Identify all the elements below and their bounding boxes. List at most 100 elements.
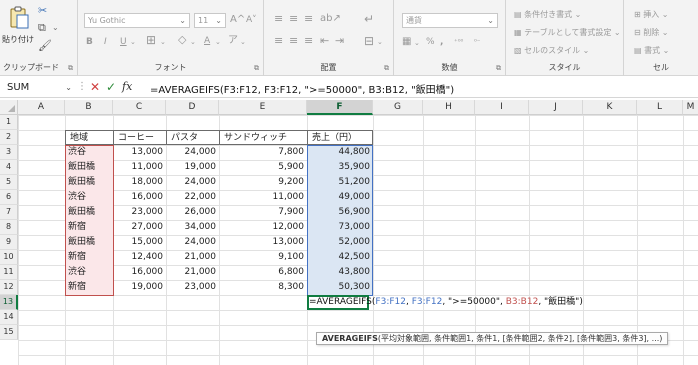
column-header-f[interactable]: F bbox=[307, 100, 373, 115]
sandwich-cell[interactable]: 12,000 bbox=[219, 220, 307, 235]
pasta-cell[interactable]: 24,000 bbox=[166, 145, 219, 160]
header-cell-region[interactable]: 地域 bbox=[65, 130, 114, 145]
sales-cell[interactable]: 73,000 bbox=[307, 220, 373, 235]
sandwich-cell[interactable]: 13,000 bbox=[219, 235, 307, 250]
italic-button[interactable]: I bbox=[104, 36, 107, 48]
sales-cell[interactable]: 35,900 bbox=[307, 160, 373, 175]
merge-dropdown-icon[interactable]: ⌄ bbox=[377, 36, 383, 48]
comma-style-icon[interactable]: , bbox=[440, 36, 443, 48]
cut-icon[interactable]: ✂ bbox=[38, 5, 47, 17]
function-argument-tooltip[interactable]: AVERAGEIFS(平均対象範囲, 条件範囲1, 条件1, [条件範囲2, 条… bbox=[316, 332, 669, 345]
pasta-cell[interactable]: 19,000 bbox=[166, 160, 219, 175]
chevron-down-icon[interactable]: ⌄ bbox=[65, 80, 72, 95]
row-header-8[interactable]: 8 bbox=[0, 220, 18, 235]
format-button[interactable]: ▤ 書式 ⌄ bbox=[634, 45, 669, 57]
orientation-icon[interactable]: ab↗ bbox=[320, 13, 341, 25]
font-launcher-icon[interactable]: ⧉ bbox=[254, 64, 259, 73]
sandwich-cell[interactable]: 9,100 bbox=[219, 250, 307, 265]
insert-function-icon[interactable]: fx bbox=[122, 80, 132, 93]
row-header-15[interactable]: 15 bbox=[0, 325, 18, 340]
sales-cell[interactable]: 43,800 bbox=[307, 265, 373, 280]
sales-cell[interactable]: 51,200 bbox=[307, 175, 373, 190]
coffee-cell[interactable]: 16,000 bbox=[113, 265, 166, 280]
tooltip-function-name[interactable]: AVERAGEIFS bbox=[322, 334, 378, 343]
bold-button[interactable]: B bbox=[86, 36, 93, 48]
column-header-c[interactable]: C bbox=[113, 100, 166, 115]
align-center-icon[interactable]: ≡ bbox=[289, 35, 298, 47]
paste-label[interactable]: 貼り付け bbox=[2, 34, 34, 46]
font-size-dropdown[interactable]: 11 ⌄ bbox=[194, 13, 226, 28]
number-format-dropdown[interactable]: 通貨 ⌄ bbox=[402, 13, 498, 28]
align-middle-icon[interactable]: ≡ bbox=[289, 13, 298, 25]
column-header-m[interactable]: M bbox=[683, 100, 698, 115]
grow-font-button[interactable]: A^ bbox=[230, 14, 245, 26]
cancel-icon[interactable]: ✕ bbox=[90, 80, 100, 94]
alignment-launcher-icon[interactable]: ⧉ bbox=[384, 64, 389, 73]
coffee-cell[interactable]: 13,000 bbox=[113, 145, 166, 160]
column-header-i[interactable]: I bbox=[475, 100, 529, 115]
underline-button[interactable]: U bbox=[120, 36, 127, 48]
sales-cell[interactable]: 44,800 bbox=[307, 145, 373, 160]
coffee-cell[interactable]: 16,000 bbox=[113, 190, 166, 205]
row-header-14[interactable]: 14 bbox=[0, 310, 18, 325]
percent-icon[interactable]: % bbox=[426, 36, 435, 48]
sales-cell[interactable]: 50,300 bbox=[307, 280, 373, 295]
row-header-3[interactable]: 3 bbox=[0, 145, 18, 160]
column-header-g[interactable]: G bbox=[373, 100, 423, 115]
row-header-1[interactable]: 1 bbox=[0, 115, 18, 130]
select-all-corner[interactable] bbox=[0, 100, 18, 115]
region-cell[interactable]: 飯田橋 bbox=[65, 175, 113, 190]
row-header-4[interactable]: 4 bbox=[0, 160, 18, 175]
name-box[interactable]: SUM ⌄ bbox=[4, 80, 74, 96]
format-as-table-button[interactable]: ▦ テーブルとして書式設定 ⌄ bbox=[514, 27, 621, 39]
pasta-cell[interactable]: 21,000 bbox=[166, 265, 219, 280]
pasta-cell[interactable]: 34,000 bbox=[166, 220, 219, 235]
header-cell-pasta[interactable]: パスタ bbox=[166, 130, 220, 145]
sandwich-cell[interactable]: 6,800 bbox=[219, 265, 307, 280]
wrap-text-icon[interactable]: ↵ bbox=[364, 13, 374, 25]
formula-input[interactable]: =AVERAGEIFS(F3:F12, F3:F12, ">=50000", B… bbox=[150, 81, 454, 96]
sales-cell[interactable]: 42,500 bbox=[307, 250, 373, 265]
fill-color-icon[interactable]: ◇ bbox=[178, 34, 186, 46]
shrink-font-button[interactable]: A˅ bbox=[246, 14, 257, 26]
paste-icon[interactable] bbox=[8, 6, 30, 34]
coffee-cell[interactable]: 27,000 bbox=[113, 220, 166, 235]
enter-check-icon[interactable]: ✓ bbox=[106, 80, 116, 94]
pasta-cell[interactable]: 22,000 bbox=[166, 190, 219, 205]
column-header-b[interactable]: B bbox=[65, 100, 113, 115]
in-cell-formula-editor[interactable]: =AVERAGEIFS(F3:F12, F3:F12, ">=50000", B… bbox=[309, 295, 583, 310]
column-header-j[interactable]: J bbox=[529, 100, 583, 115]
sandwich-cell[interactable]: 11,000 bbox=[219, 190, 307, 205]
align-top-icon[interactable]: ≡ bbox=[274, 13, 283, 25]
pasta-cell[interactable]: 24,000 bbox=[166, 175, 219, 190]
delete-button[interactable]: ⊟ 削除 ⌄ bbox=[634, 27, 669, 39]
pasta-cell[interactable]: 23,000 bbox=[166, 280, 219, 295]
row-header-6[interactable]: 6 bbox=[0, 190, 18, 205]
accounting-format-icon[interactable]: ▦ bbox=[402, 36, 411, 48]
row-header-7[interactable]: 7 bbox=[0, 205, 18, 220]
copy-dropdown-icon[interactable]: ⌄ bbox=[52, 22, 59, 34]
region-cell[interactable]: 飯田橋 bbox=[65, 205, 113, 220]
align-right-icon[interactable]: ≡ bbox=[304, 35, 313, 47]
row-header-12[interactable]: 12 bbox=[0, 280, 18, 295]
format-painter-icon[interactable]: 🖌 bbox=[38, 40, 52, 52]
border-icon[interactable]: ⊞ bbox=[146, 34, 156, 46]
region-cell[interactable]: 渋谷 bbox=[65, 265, 113, 280]
region-cell[interactable]: 飯田橋 bbox=[65, 235, 113, 250]
cell-styles-button[interactable]: ▧ セルのスタイル ⌄ bbox=[514, 45, 589, 57]
column-header-k[interactable]: K bbox=[583, 100, 637, 115]
font-color-icon[interactable]: A bbox=[204, 35, 210, 47]
coffee-cell[interactable]: 18,000 bbox=[113, 175, 166, 190]
sales-cell[interactable]: 52,000 bbox=[307, 235, 373, 250]
region-cell[interactable]: 渋谷 bbox=[65, 145, 113, 160]
header-cell-sales[interactable]: 売上（円） bbox=[307, 130, 373, 145]
insert-button[interactable]: ⊞ 挿入 ⌄ bbox=[634, 9, 669, 21]
row-header-5[interactable]: 5 bbox=[0, 175, 18, 190]
sandwich-cell[interactable]: 7,800 bbox=[219, 145, 307, 160]
column-header-l[interactable]: L bbox=[637, 100, 683, 115]
underline-dropdown-icon[interactable]: ⌄ bbox=[130, 36, 136, 48]
column-header-h[interactable]: H bbox=[423, 100, 475, 115]
align-left-icon[interactable]: ≡ bbox=[274, 35, 283, 47]
phonetic-icon[interactable]: ア bbox=[228, 35, 238, 47]
pasta-cell[interactable]: 26,000 bbox=[166, 205, 219, 220]
